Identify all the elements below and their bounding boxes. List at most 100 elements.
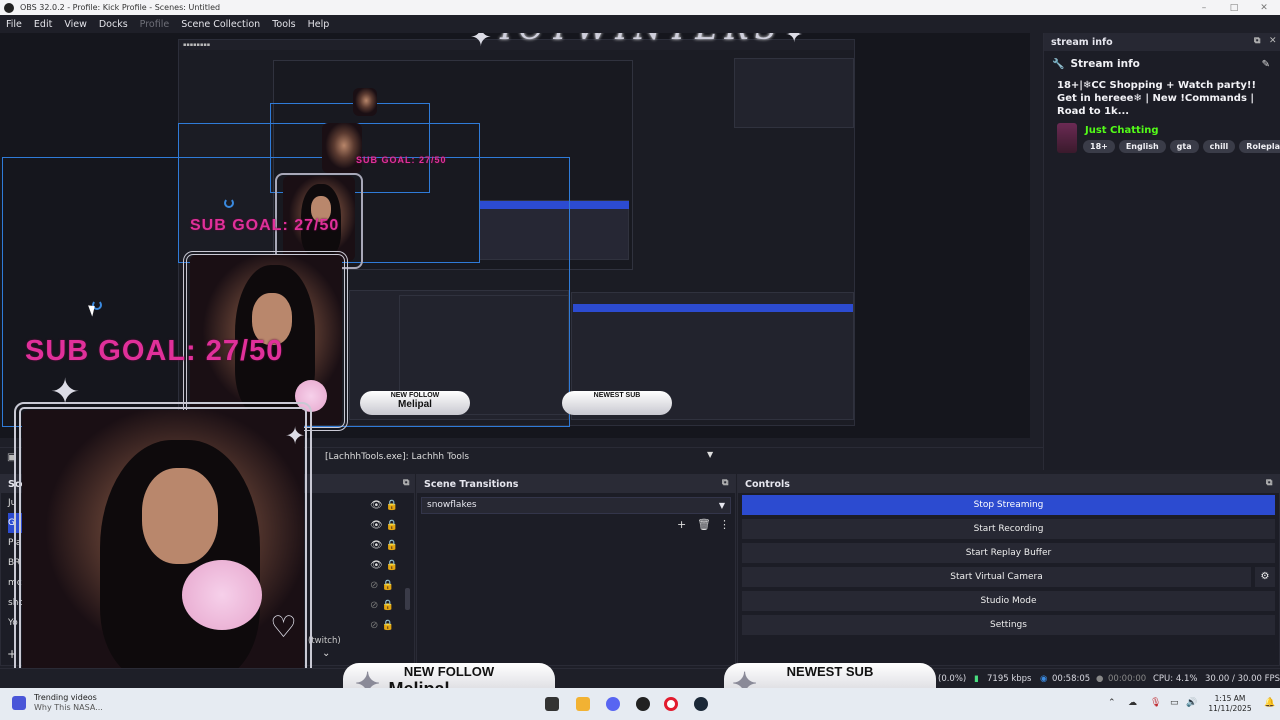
status-bar: (0.0%) ▮ 7195 kbps ◉ 00:58:05 ● 00:00:00…: [0, 668, 1280, 688]
news-widget[interactable]: Trending videos Why This NASA...: [12, 693, 103, 713]
stream-icon: ◉: [1040, 674, 1048, 684]
scene-transitions-dock-header: Scene Transitions ⧉: [417, 475, 735, 493]
stream-info-dock-title: stream info: [1051, 36, 1113, 48]
taskbar-clock[interactable]: 1:15 AM 11/11/2025: [1200, 694, 1260, 714]
stream-category[interactable]: Just Chatting: [1085, 125, 1159, 136]
stream-info-dock-header: stream info ⧉ ✕: [1044, 33, 1280, 51]
fps: 30.00 / 30.00 FPS: [1205, 674, 1280, 684]
microphone-icon[interactable]: 🎙: [1150, 698, 1161, 708]
record-time: 00:00:00: [1108, 674, 1147, 684]
start-virtual-camera-button[interactable]: Start Virtual Camera: [742, 567, 1251, 587]
preview-canvas[interactable]: ▪▪▪▪▪▪▪▪ SUB GOAL: 27/50 SUB GOAL: 27/50…: [0, 33, 1030, 438]
more-options-icon[interactable]: ⋮: [719, 518, 730, 531]
tag-gta: gta: [1169, 140, 1199, 153]
notification-bell-icon[interactable]: 🔔: [1264, 698, 1275, 708]
news-subtitle: Why This NASA...: [34, 703, 103, 712]
close-dock-icon[interactable]: ✕: [1269, 36, 1277, 46]
sources-scrollbar[interactable]: [405, 588, 410, 610]
newest-sub-label-nested: NEWEST SUB: [593, 392, 641, 399]
controls-title: Controls: [745, 478, 790, 490]
chevron-down-icon[interactable]: ⌄: [322, 648, 330, 659]
eye-hidden-icon[interactable]: ⊘ 🔒: [370, 576, 398, 596]
icywinters-watermark: ICYWINTERS: [500, 33, 783, 47]
add-transition-icon[interactable]: +: [677, 518, 686, 531]
scene-transitions-title: Scene Transitions: [424, 478, 519, 490]
file-explorer-icon[interactable]: [576, 697, 590, 711]
loading-spinner-icon: [224, 198, 234, 208]
eye-hidden-icon[interactable]: ⊘ 🔒: [370, 596, 398, 616]
title-bar: OBS 32.0.2 - Profile: Kick Profile - Sce…: [0, 0, 1280, 15]
stream-info-dock: stream info ⧉ ✕ 🔧 Stream info ✎ 18+|❄CC …: [1043, 33, 1280, 470]
stop-streaming-button[interactable]: Stop Streaming: [742, 495, 1275, 515]
settings-button[interactable]: Settings: [742, 615, 1275, 635]
menu-help[interactable]: Help: [302, 19, 336, 30]
chevron-down-icon[interactable]: ▼: [707, 450, 713, 459]
float-dock-icon[interactable]: ⧉: [722, 478, 728, 488]
eye-hidden-icon[interactable]: ⊘ 🔒: [370, 616, 398, 636]
record-icon: ●: [1096, 674, 1104, 684]
stream-description: 18+|❄CC Shopping + Watch party!! Get in …: [1057, 80, 1257, 117]
start-replay-buffer-button[interactable]: Start Replay Buffer: [742, 543, 1275, 563]
source-item-partial[interactable]: (twitch): [308, 636, 341, 646]
start-recording-button[interactable]: Start Recording: [742, 519, 1275, 539]
menu-edit[interactable]: Edit: [28, 19, 58, 30]
tray-app-icon[interactable]: ▭: [1170, 698, 1179, 708]
transition-select-value: snowflakes: [427, 500, 477, 510]
menu-file[interactable]: File: [0, 19, 28, 30]
chevron-down-icon: ▼: [718, 501, 725, 510]
menu-bar: File Edit View Docks Profile Scene Colle…: [0, 15, 1280, 33]
obs-taskbar-icon[interactable]: [636, 697, 650, 711]
source-visibility-column: 👁 🔒 👁 🔒 👁 🔒 👁 🔒 ⊘ 🔒 ⊘ 🔒 ⊘ 🔒: [370, 496, 398, 636]
eye-icon[interactable]: 👁 🔒: [370, 536, 398, 556]
cpu-usage: CPU: 4.1%: [1153, 674, 1198, 684]
stream-tags: 18+ English gta chill Roleplay: [1083, 140, 1280, 153]
studio-mode-button[interactable]: Studio Mode: [742, 591, 1275, 611]
heart-icon: ♡: [270, 610, 297, 645]
tray-app-icon[interactable]: ☁: [1128, 698, 1137, 708]
opera-icon[interactable]: [664, 697, 678, 711]
trash-icon[interactable]: 🗑: [697, 518, 711, 531]
eye-icon[interactable]: 👁 🔒: [370, 556, 398, 576]
menu-docks[interactable]: Docks: [93, 19, 134, 30]
clock-date: 11/11/2025: [1208, 704, 1252, 713]
signal-icon: ▮: [974, 674, 979, 684]
sparkle-icon: ✦: [285, 422, 306, 450]
float-dock-icon[interactable]: ⧉: [403, 478, 409, 488]
taskbar-app-icon[interactable]: [545, 697, 559, 711]
stream-time: 00:58:05: [1052, 674, 1091, 684]
menu-tools[interactable]: Tools: [266, 19, 301, 30]
tag-english: English: [1118, 140, 1166, 153]
transition-select[interactable]: snowflakes ▼: [421, 497, 731, 514]
sub-goal-text-tiny: SUB GOAL: 27/50: [356, 155, 447, 165]
discord-icon[interactable]: [606, 697, 620, 711]
eye-icon[interactable]: 👁 🔒: [370, 496, 398, 516]
menu-profile[interactable]: Profile: [134, 19, 176, 30]
controls-dock-header: Controls ⧉: [738, 475, 1279, 493]
float-dock-icon[interactable]: ⧉: [1254, 36, 1260, 46]
new-follow-name-nested: Melipal: [398, 399, 432, 410]
gear-icon[interactable]: ⚙: [1255, 567, 1275, 587]
edit-pencil-icon[interactable]: ✎: [1262, 59, 1270, 70]
menu-view[interactable]: View: [58, 19, 93, 30]
steam-icon[interactable]: [694, 697, 708, 711]
float-dock-icon[interactable]: ⧉: [1266, 478, 1272, 488]
webcam-feed-small: [322, 123, 362, 173]
volume-icon[interactable]: 🔊: [1186, 698, 1197, 708]
new-follow-label-nested: NEW FOLLOW: [390, 392, 440, 399]
clock-time: 1:15 AM: [1214, 694, 1246, 703]
sub-goal-text: SUB GOAL: 27/50: [25, 335, 284, 367]
tag-chill: chill: [1202, 140, 1236, 153]
news-title: Trending videos: [34, 693, 97, 702]
maximize-button[interactable]: □: [1218, 0, 1250, 15]
webcam-feed-tiny: [353, 88, 377, 116]
sub-goal-text-medium: SUB GOAL: 27/50: [190, 217, 340, 234]
minimize-button[interactable]: –: [1188, 0, 1220, 15]
menu-scene-collection[interactable]: Scene Collection: [175, 19, 266, 30]
eye-icon[interactable]: 👁 🔒: [370, 516, 398, 536]
sparkle-icon: ✦: [785, 33, 804, 48]
windows-taskbar: Trending videos Why This NASA... ⌃ ☁ 🎙 ▭…: [0, 688, 1280, 720]
source-window-select[interactable]: [LachhhTools.exe]: Lachhh Tools: [320, 449, 720, 466]
close-button[interactable]: ✕: [1248, 0, 1280, 15]
chevron-up-icon[interactable]: ⌃: [1108, 698, 1116, 708]
obs-window: OBS 32.0.2 - Profile: Kick Profile - Sce…: [0, 0, 1280, 720]
